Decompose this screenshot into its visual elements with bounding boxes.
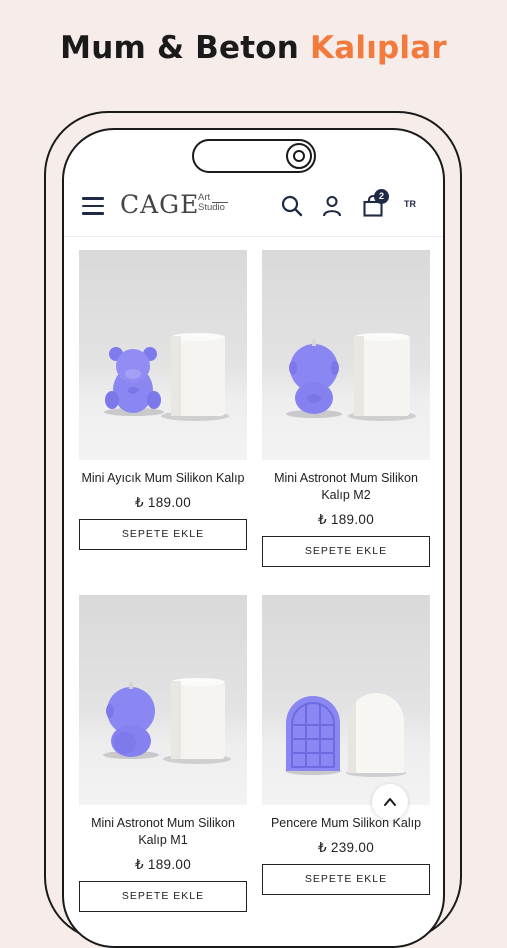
banner-title-accent: Kalıplar xyxy=(310,30,447,66)
product-image[interactable] xyxy=(262,250,430,460)
scroll-to-top-button[interactable] xyxy=(372,784,408,820)
logo-sub-line2: Studio xyxy=(198,202,225,213)
user-icon[interactable] xyxy=(320,194,344,218)
logo-divider xyxy=(212,202,228,203)
logo-text: CAGE xyxy=(120,190,200,219)
product-card[interactable]: Mini Ayıcık Mum Silikon Kalıp ₺ 189.00 S… xyxy=(79,250,247,550)
add-to-cart-button[interactable]: SEPETE EKLE xyxy=(79,519,247,550)
cart-count-badge: 2 xyxy=(374,189,389,204)
product-name[interactable]: Mini Astronot Mum Silikon Kalıp M1 xyxy=(79,815,247,849)
product-price: ₺ 189.00 xyxy=(134,495,192,510)
product-price: ₺ 189.00 xyxy=(134,857,192,872)
camera-icon xyxy=(286,143,312,169)
banner-title: Mum & Beton Kalıplar xyxy=(0,30,507,66)
banner-title-main: Mum & Beton xyxy=(60,30,300,66)
menu-icon[interactable] xyxy=(82,197,104,215)
product-card[interactable]: Mini Astronot Mum Silikon Kalıp M2 ₺ 189… xyxy=(262,250,430,567)
product-name[interactable]: Mini Astronot Mum Silikon Kalıp M2 xyxy=(262,470,430,504)
product-image[interactable] xyxy=(79,250,247,460)
logo-subtext: Art Studio xyxy=(198,193,225,213)
search-icon[interactable] xyxy=(280,194,304,218)
product-image[interactable] xyxy=(79,595,247,805)
product-name[interactable]: Pencere Mum Silikon Kalıp xyxy=(262,815,430,832)
app-header: CAGE Art Studio 2 TR xyxy=(64,178,443,237)
product-price: ₺ 239.00 xyxy=(317,840,375,855)
chevron-up-icon xyxy=(384,798,396,806)
product-card[interactable]: Mini Astronot Mum Silikon Kalıp M1 ₺ 189… xyxy=(79,595,247,912)
add-to-cart-button[interactable]: SEPETE EKLE xyxy=(262,864,430,895)
language-selector[interactable]: TR xyxy=(404,199,416,209)
product-card[interactable]: Pencere Mum Silikon Kalıp ₺ 239.00 SEPET… xyxy=(262,595,430,895)
add-to-cart-button[interactable]: SEPETE EKLE xyxy=(79,881,247,912)
product-image[interactable] xyxy=(262,595,430,805)
product-price: ₺ 189.00 xyxy=(317,512,375,527)
add-to-cart-button[interactable]: SEPETE EKLE xyxy=(262,536,430,567)
product-name[interactable]: Mini Ayıcık Mum Silikon Kalıp xyxy=(79,470,247,487)
